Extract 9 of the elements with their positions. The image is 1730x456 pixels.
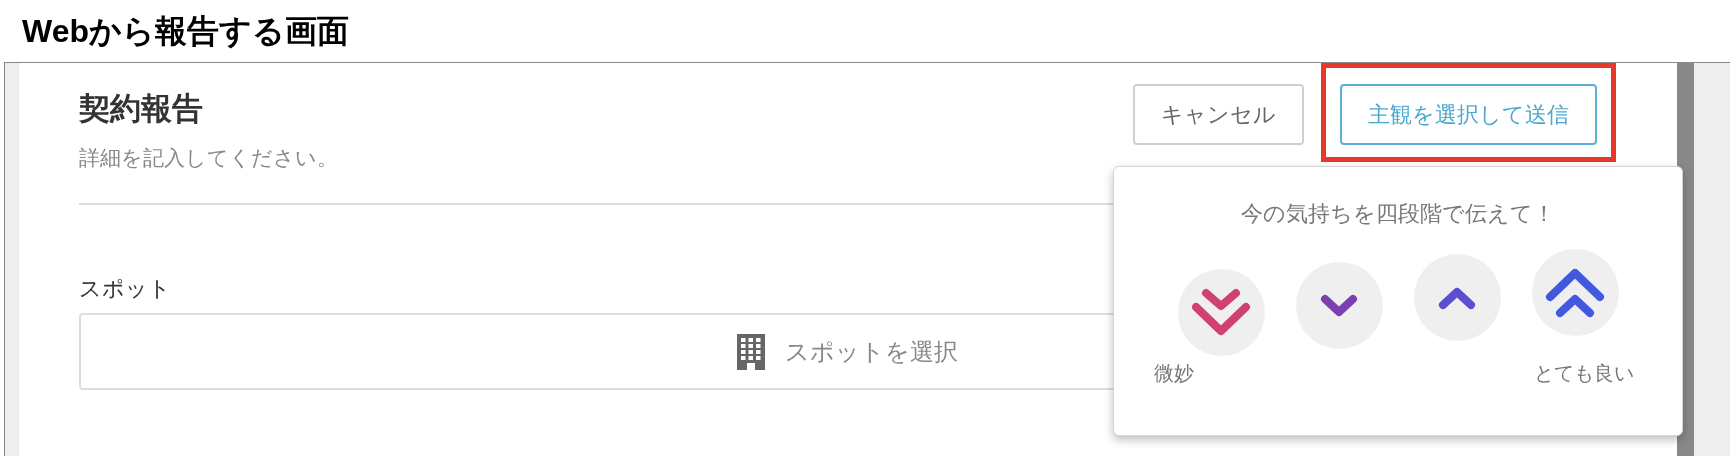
- field-label: スポット: [79, 275, 172, 303]
- page-heading: Webから報告する画面: [21, 12, 350, 51]
- submit-button[interactable]: 主観を選択して送信: [1340, 84, 1597, 145]
- mood-scale-label: 微妙: [1154, 361, 1194, 386]
- cancel-button[interactable]: キャンセル: [1133, 84, 1304, 145]
- building-icon: [737, 333, 765, 370]
- form-title: 契約報告: [79, 90, 204, 128]
- popup-prompt: 今の気持ちを四段階で伝えて！: [1241, 200, 1555, 228]
- form-subtitle: 詳細を記入してください。: [79, 145, 338, 171]
